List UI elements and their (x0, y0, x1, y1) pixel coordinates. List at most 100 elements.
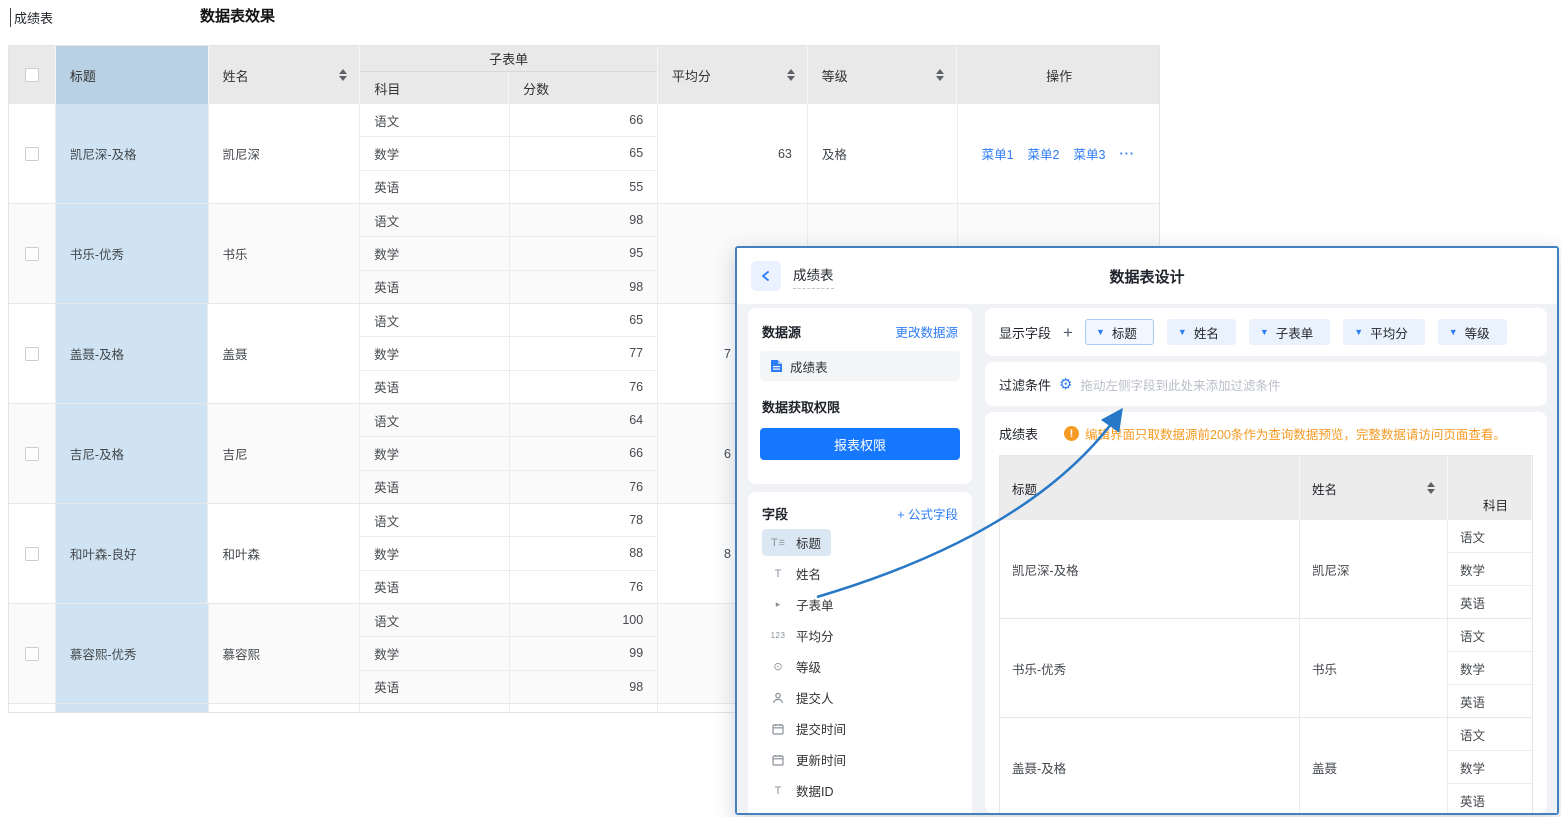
field-pill: ▸子表单 (762, 591, 844, 618)
chevron-down-icon: ▼ (1449, 327, 1458, 337)
action-link[interactable]: 菜单1 (982, 144, 1014, 163)
field-label: 标题 (796, 533, 821, 552)
chevron-down-icon: ▼ (1096, 327, 1105, 337)
number-icon: 123 (768, 631, 788, 640)
source-table-label: 成绩表 (10, 8, 53, 27)
preview-table-header: 标题 姓名 科目 (1000, 456, 1532, 520)
field-chip[interactable]: ▼子表单 (1249, 319, 1330, 345)
field-chip[interactable]: ▼姓名 (1167, 319, 1236, 345)
column-header-subject: 科目 (360, 72, 509, 104)
field-chip[interactable]: ▼平均分 (1343, 319, 1424, 345)
datasource-heading: 数据源 (762, 322, 801, 341)
add-field-button[interactable]: + (1063, 324, 1073, 341)
sidebar-field-item[interactable]: ▸子表单 (756, 589, 964, 620)
field-label: 提交人 (796, 688, 834, 707)
cell-subform: 语文66数学65英语55 (360, 104, 658, 203)
preview-cell-subform: 语文数学英语 (1448, 619, 1532, 717)
subform-icon: ▸ (768, 599, 788, 610)
row-checkbox[interactable] (25, 647, 39, 661)
more-actions-icon[interactable]: ··· (1119, 147, 1135, 161)
preview-table-name: 成绩表 (999, 424, 1038, 443)
select-all-cell (9, 46, 56, 104)
sidebar-field-item[interactable]: T数据ID (756, 775, 964, 806)
cell-subform (360, 704, 658, 712)
field-label: 提交时间 (796, 719, 846, 738)
column-header-name[interactable]: 姓名 (209, 46, 361, 104)
report-permission-button[interactable]: 报表权限 (760, 428, 960, 460)
preview-column-header-subject: 科目 (1448, 456, 1532, 520)
sidebar-field-item[interactable]: 更新时间 (756, 744, 964, 775)
sidebar-field-item[interactable]: T姓名 (756, 558, 964, 589)
row-checkbox-cell (9, 104, 56, 203)
column-header-actions: 操作 (957, 46, 1159, 104)
preview-cell-subject: 英语 (1448, 586, 1532, 618)
preview-table-body: 凯尼深-及格凯尼深语文数学英语书乐-优秀书乐语文数学英语盖聂-及格盖聂语文数学英… (1000, 520, 1532, 813)
column-header-score: 分数 (509, 72, 657, 104)
cell-subject: 语文 (360, 504, 510, 536)
chevron-down-icon: ▼ (1260, 327, 1269, 337)
change-datasource-link[interactable]: 更改数据源 (895, 322, 958, 341)
cell-title: 慕容熙-优秀 (56, 604, 209, 703)
subform-subrow: 语文64 (360, 404, 657, 437)
cell-subject: 英语 (360, 171, 510, 203)
sort-icon[interactable] (936, 69, 944, 81)
cell-subject: 语文 (360, 404, 510, 436)
preview-cell-title: 书乐-优秀 (1000, 619, 1300, 717)
sidebar-field-item[interactable]: ⊙ 等级 (756, 651, 964, 682)
cell-score: 76 (510, 471, 658, 503)
calendar-icon (768, 754, 788, 766)
row-checkbox[interactable] (25, 447, 39, 461)
field-label: 数据ID (796, 781, 834, 800)
preview-column-header-name[interactable]: 姓名 (1300, 456, 1448, 520)
subform-subrow: 语文78 (360, 504, 657, 537)
field-chip[interactable]: ▼等级 (1438, 319, 1507, 345)
panel-table-name[interactable]: 成绩表 (793, 264, 834, 289)
row-checkbox-cell (9, 704, 56, 712)
chip-label: 标题 (1112, 323, 1137, 342)
option-icon: ⊙ (768, 660, 788, 673)
page-title: 数据表效果 (200, 5, 275, 26)
sidebar-field-item[interactable]: 提交人 (756, 682, 964, 713)
datasource-item[interactable]: 成绩表 (760, 351, 960, 381)
cell-score: 76 (510, 571, 658, 603)
row-checkbox[interactable] (25, 347, 39, 361)
field-pill: 123平均分 (762, 622, 844, 649)
row-checkbox[interactable] (25, 247, 39, 261)
cell-subform: 语文65数学77英语76 (360, 304, 658, 403)
row-checkbox-cell (9, 304, 56, 403)
warning-icon: ! (1064, 426, 1079, 441)
sidebar-field-item[interactable]: T☰标题 (756, 527, 964, 558)
add-formula-field-link[interactable]: + 公式字段 (897, 504, 958, 523)
column-header-grade[interactable]: 等级 (808, 46, 958, 104)
sort-icon[interactable] (339, 69, 347, 81)
cell-subject: 英语 (360, 571, 510, 603)
sidebar-field-item[interactable]: 提交时间 (756, 713, 964, 744)
sidebar-field-item[interactable]: 123平均分 (756, 620, 964, 651)
gear-icon[interactable]: ⚙ (1059, 375, 1072, 393)
preview-table-row: 凯尼深-及格凯尼深语文数学英语 (1000, 520, 1532, 619)
sort-icon[interactable] (1427, 482, 1435, 494)
cell-score: 99 (510, 637, 658, 669)
column-header-average[interactable]: 平均分 (658, 46, 808, 104)
table-design-panel: 成绩表 数据表设计 数据源 更改数据源 成绩表 数据获取权限 (735, 246, 1559, 815)
preview-column-header-title[interactable]: 标题 (1000, 456, 1300, 520)
field-label: 等级 (796, 657, 821, 676)
select-all-checkbox[interactable] (25, 68, 39, 82)
action-link[interactable]: 菜单3 (1073, 144, 1105, 163)
column-header-subform: 子表单 科目 分数 (360, 46, 657, 104)
cell-subject: 英语 (360, 371, 510, 403)
row-checkbox[interactable] (25, 147, 39, 161)
permission-heading: 数据获取权限 (762, 397, 840, 416)
preview-cell-subject: 语文 (1448, 619, 1532, 652)
field-chip[interactable]: ▼ 标题 (1085, 319, 1154, 345)
cell-subject: 英语 (360, 471, 510, 503)
cell-name: 凯尼深 (209, 104, 361, 203)
sort-icon[interactable] (787, 69, 795, 81)
cell-subject: 数学 (360, 237, 510, 269)
column-header-title[interactable]: 标题 (56, 46, 209, 104)
subform-subrow: 语文98 (360, 204, 657, 237)
back-button[interactable] (751, 261, 781, 291)
document-icon (770, 359, 783, 373)
action-link[interactable]: 菜单2 (1028, 144, 1060, 163)
row-checkbox[interactable] (25, 547, 39, 561)
